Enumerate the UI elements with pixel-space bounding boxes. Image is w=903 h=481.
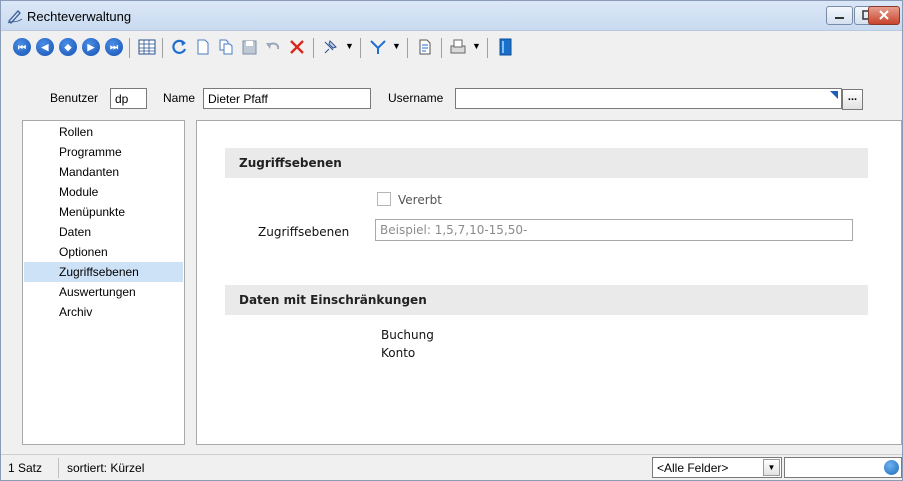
previous-record-icon[interactable]: ◀: [36, 38, 54, 56]
data-item-buchung: Buchung: [381, 328, 434, 342]
benutzer-label: Benutzer: [50, 91, 99, 105]
last-record-icon[interactable]: ⏭: [105, 38, 123, 56]
save-icon[interactable]: [239, 37, 259, 57]
next-record-icon[interactable]: ▶: [82, 38, 100, 56]
section-header-daten-einschraenkungen: Daten mit Einschränkungen: [225, 285, 868, 315]
name-field[interactable]: Dieter Pfaff: [203, 88, 371, 109]
field-filter-select[interactable]: <Alle Felder> ▼: [652, 457, 782, 478]
corner-marker-icon: [830, 91, 838, 99]
minimize-button[interactable]: [826, 6, 853, 25]
toolbar-separator: [407, 38, 408, 58]
first-record-icon[interactable]: ⏮: [13, 38, 31, 56]
document-icon[interactable]: [415, 37, 435, 57]
sidebar-item-rollen[interactable]: Rollen: [24, 122, 183, 142]
minimize-icon: [835, 17, 844, 19]
window-title: Rechteverwaltung: [27, 9, 132, 24]
zugriffsebenen-input[interactable]: [376, 220, 846, 240]
pin-dropdown-icon[interactable]: ▼: [345, 41, 355, 53]
toolbar-separator: [487, 38, 488, 58]
print-icon[interactable]: [448, 37, 468, 57]
data-item-konto: Konto: [381, 346, 416, 360]
sidebar-item-archiv[interactable]: Archiv: [24, 302, 183, 322]
username-lookup-button[interactable]: ...: [842, 89, 863, 110]
app-window: Rechteverwaltung ⏮ ◀ ◆ ▶ ⏭ ▼ ▼ ▼ Benutze…: [0, 0, 903, 481]
pen-icon: [7, 10, 23, 24]
book-icon[interactable]: [495, 37, 515, 57]
title-bar: Rechteverwaltung: [1, 1, 902, 31]
table-icon[interactable]: [137, 37, 157, 57]
print-dropdown-icon[interactable]: ▼: [472, 41, 482, 53]
section-list: Rollen Programme Mandanten Module Menüpu…: [22, 120, 185, 445]
benutzer-field[interactable]: dp: [110, 88, 147, 109]
filter-dropdown-icon[interactable]: ▼: [392, 41, 402, 53]
toolbar-separator: [129, 38, 130, 58]
center-record-icon[interactable]: ◆: [59, 38, 77, 56]
sidebar-item-programme[interactable]: Programme: [24, 142, 183, 162]
zugriffsebenen-label: Zugriffsebenen: [258, 225, 350, 239]
filter-icon[interactable]: [368, 37, 388, 57]
name-label: Name: [163, 91, 196, 105]
zugriffsebenen-input-wrapper: [375, 219, 853, 241]
close-button[interactable]: [868, 6, 900, 25]
sidebar-item-zugriffsebenen[interactable]: Zugriffsebenen: [24, 262, 183, 282]
search-go-icon[interactable]: [884, 460, 899, 475]
toolbar-separator: [313, 38, 314, 58]
sidebar-item-mandanten[interactable]: Mandanten: [24, 162, 183, 182]
sidebar-item-auswertungen[interactable]: Auswertungen: [24, 282, 183, 302]
toolbar-separator: [441, 38, 442, 58]
username-field[interactable]: [455, 88, 842, 109]
close-icon: [879, 10, 889, 20]
status-bar: 1 Satz sortiert: Kürzel <Alle Felder> ▼: [1, 454, 902, 480]
toolbar-separator: [360, 38, 361, 58]
sort-status: sortiert: Kürzel: [67, 461, 145, 475]
sidebar-item-optionen[interactable]: Optionen: [24, 242, 183, 262]
chevron-down-icon[interactable]: ▼: [763, 459, 780, 476]
delete-icon[interactable]: [287, 37, 307, 57]
vererbt-label: Vererbt: [398, 193, 442, 207]
status-separator: [58, 458, 59, 478]
record-count: 1 Satz: [8, 461, 43, 475]
copy-icon[interactable]: [216, 37, 236, 57]
sidebar-item-daten[interactable]: Daten: [24, 222, 183, 242]
sidebar-item-menuepunkte[interactable]: Menüpunkte: [24, 202, 183, 222]
undo-icon[interactable]: [263, 37, 283, 57]
pin-icon[interactable]: [321, 37, 341, 57]
toolbar-separator: [162, 38, 163, 58]
refresh-icon[interactable]: [169, 37, 189, 57]
vererbt-checkbox[interactable]: [377, 192, 391, 206]
status-search-input[interactable]: [784, 457, 902, 478]
section-header-zugriffsebenen: Zugriffsebenen: [225, 148, 868, 178]
new-icon[interactable]: [193, 37, 213, 57]
toolbar: ⏮ ◀ ◆ ▶ ⏭ ▼ ▼ ▼: [1, 31, 902, 63]
sidebar-item-module[interactable]: Module: [24, 182, 183, 202]
username-label: Username: [388, 91, 444, 105]
detail-panel: Zugriffsebenen Vererbt Zugriffsebenen Da…: [196, 120, 902, 445]
